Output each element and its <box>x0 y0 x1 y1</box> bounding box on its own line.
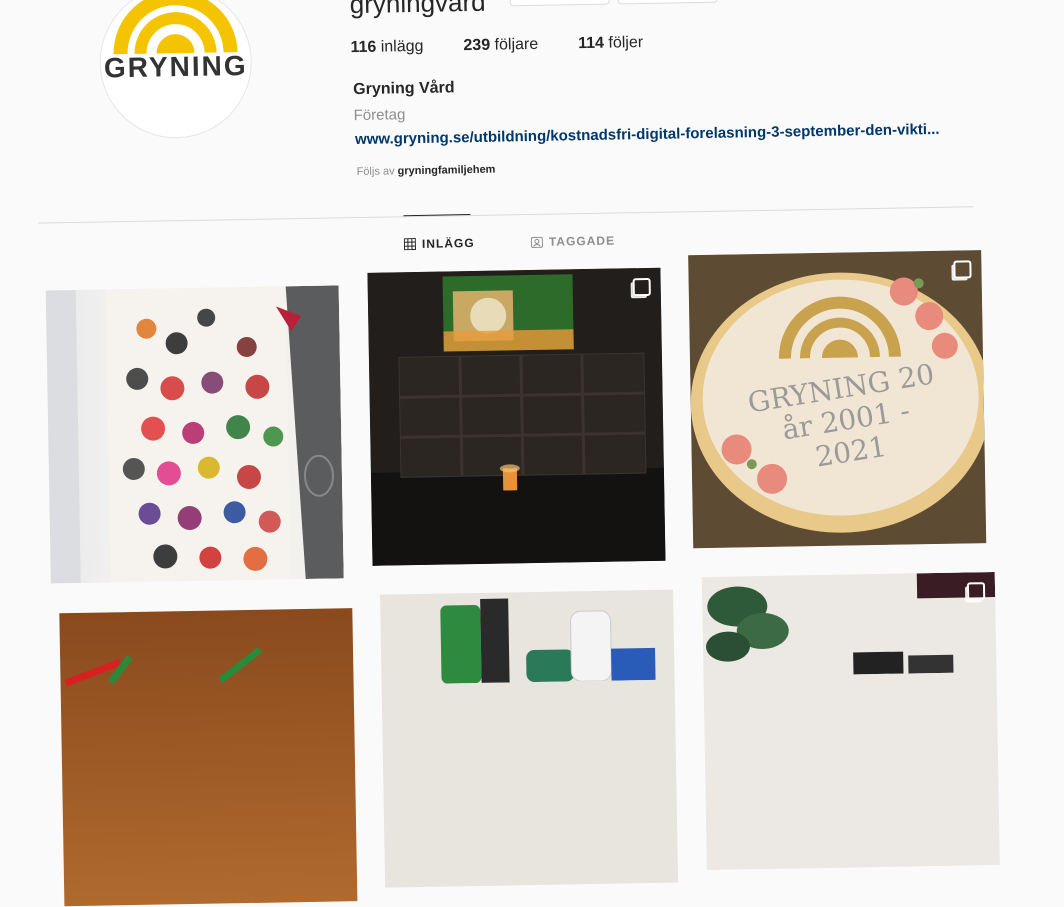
markers-photo <box>59 608 353 693</box>
post-tile-cake[interactable]: GRYNING 20 år 2001 - 2021 <box>688 250 986 548</box>
bio-link[interactable]: www.gryning.se/utbildning/kostnadsfri-di… <box>355 121 940 148</box>
tab-posts[interactable]: INLÄGG <box>404 236 475 251</box>
tagged-icon <box>531 236 543 248</box>
stat-following[interactable]: 114 följer <box>578 34 643 53</box>
username: gryningvard <box>349 0 485 20</box>
display-name: Gryning Vård <box>353 79 455 99</box>
profile-page: GRYNING gryningvard 116 inlägg 239 följa… <box>0 0 1064 685</box>
message-button[interactable] <box>618 0 718 4</box>
multi-post-icon <box>967 582 985 600</box>
post-tile-markers[interactable] <box>59 608 357 906</box>
follow-button[interactable] <box>510 0 610 6</box>
stat-followers[interactable]: 239 följare <box>463 36 538 55</box>
followed-by-user-link[interactable]: gryningfamiljehem <box>398 164 496 178</box>
multi-post-icon <box>953 260 971 278</box>
post-tile-handprints[interactable] <box>46 285 344 583</box>
post-tile-tv-room[interactable] <box>367 268 665 566</box>
tabs-divider <box>39 206 974 223</box>
grid-icon <box>404 238 416 250</box>
logo-text: GRYNING <box>101 50 252 85</box>
profile-avatar[interactable]: GRYNING <box>98 0 253 139</box>
handprints-photo <box>46 285 344 583</box>
multi-post-icon <box>633 278 651 296</box>
followed-by: Följs av gryningfamiljehem <box>357 164 496 178</box>
profile-stats: 116 inlägg 239 följare 114 följer <box>350 34 643 57</box>
tab-tagged-label: TAGGADE <box>549 234 615 249</box>
tv-room-photo <box>367 268 665 566</box>
post-tile-plant-books[interactable] <box>702 572 1000 870</box>
category-label: Företag <box>354 106 406 124</box>
plant-books-photo <box>702 572 997 677</box>
tab-tagged[interactable]: TAGGADE <box>531 234 615 249</box>
tab-posts-label: INLÄGG <box>422 236 475 251</box>
post-tile-toiletries[interactable] <box>380 590 678 888</box>
toiletries-photo <box>380 590 675 685</box>
stat-posts: 116 inlägg <box>350 38 423 57</box>
